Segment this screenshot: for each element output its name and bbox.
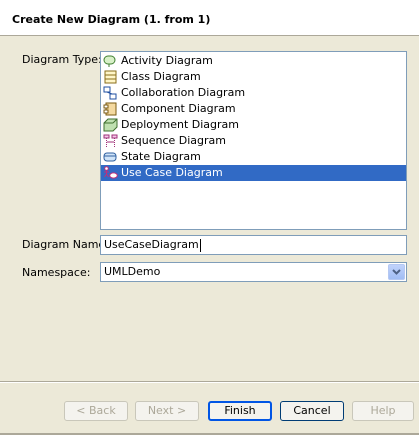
chevron-down-icon [392,269,401,275]
dropdown-button[interactable] [388,264,405,280]
text-caret [199,238,201,252]
list-item-label: Activity Diagram [121,54,213,67]
namespace-value: UMLDemo [104,265,161,278]
namespace-select[interactable]: UMLDemo [100,262,407,282]
diagram-name-label: Diagram Name: [22,238,109,251]
list-item-label: Sequence Diagram [121,134,226,147]
help-button[interactable]: Help [352,401,414,421]
diagram-name-value: UseCaseDiagram [104,238,199,251]
back-button[interactable]: < Back [64,401,128,421]
component-diagram-icon [103,102,117,116]
next-button[interactable]: Next > [135,401,199,421]
namespace-label: Namespace: [22,266,91,279]
wizard-header: Create New Diagram (1. from 1) [0,0,419,36]
list-item-class-diagram[interactable]: Class Diagram [101,69,406,85]
list-item-use-case-diagram[interactable]: Use Case Diagram [101,165,406,181]
list-item-label: State Diagram [121,150,201,163]
class-diagram-icon [104,70,117,84]
finish-button[interactable]: Finish [208,401,272,421]
list-item-label: Class Diagram [121,70,201,83]
create-diagram-dialog: Create New Diagram (1. from 1) Diagram T… [0,0,419,435]
list-item-label: Component Diagram [121,102,236,115]
list-item-sequence-diagram[interactable]: Sequence Diagram [101,133,406,149]
state-diagram-icon [103,152,117,162]
use-case-diagram-icon [104,166,118,179]
deployment-diagram-icon [103,118,118,132]
list-item-collaboration-diagram[interactable]: Collaboration Diagram [101,85,406,101]
list-item-state-diagram[interactable]: State Diagram [101,149,406,165]
list-item-label: Deployment Diagram [121,118,240,131]
collaboration-diagram-icon [103,86,117,100]
diagram-name-field[interactable]: UseCaseDiagram [100,235,407,255]
activity-diagram-icon [103,55,116,67]
diagram-type-list[interactable]: Activity Diagram Class Diagram Collabora… [100,51,407,230]
list-item-component-diagram[interactable]: Component Diagram [101,101,406,117]
list-item-deployment-diagram[interactable]: Deployment Diagram [101,117,406,133]
sequence-diagram-icon [103,134,118,147]
cancel-button[interactable]: Cancel [280,401,344,421]
divider-highlight [0,382,419,383]
wizard-title: Create New Diagram (1. from 1) [12,13,211,26]
diagram-type-label: Diagram Type: [22,53,102,66]
list-item-label: Use Case Diagram [121,166,223,179]
list-item-label: Collaboration Diagram [121,86,246,99]
list-item-activity-diagram[interactable]: Activity Diagram [101,53,406,69]
